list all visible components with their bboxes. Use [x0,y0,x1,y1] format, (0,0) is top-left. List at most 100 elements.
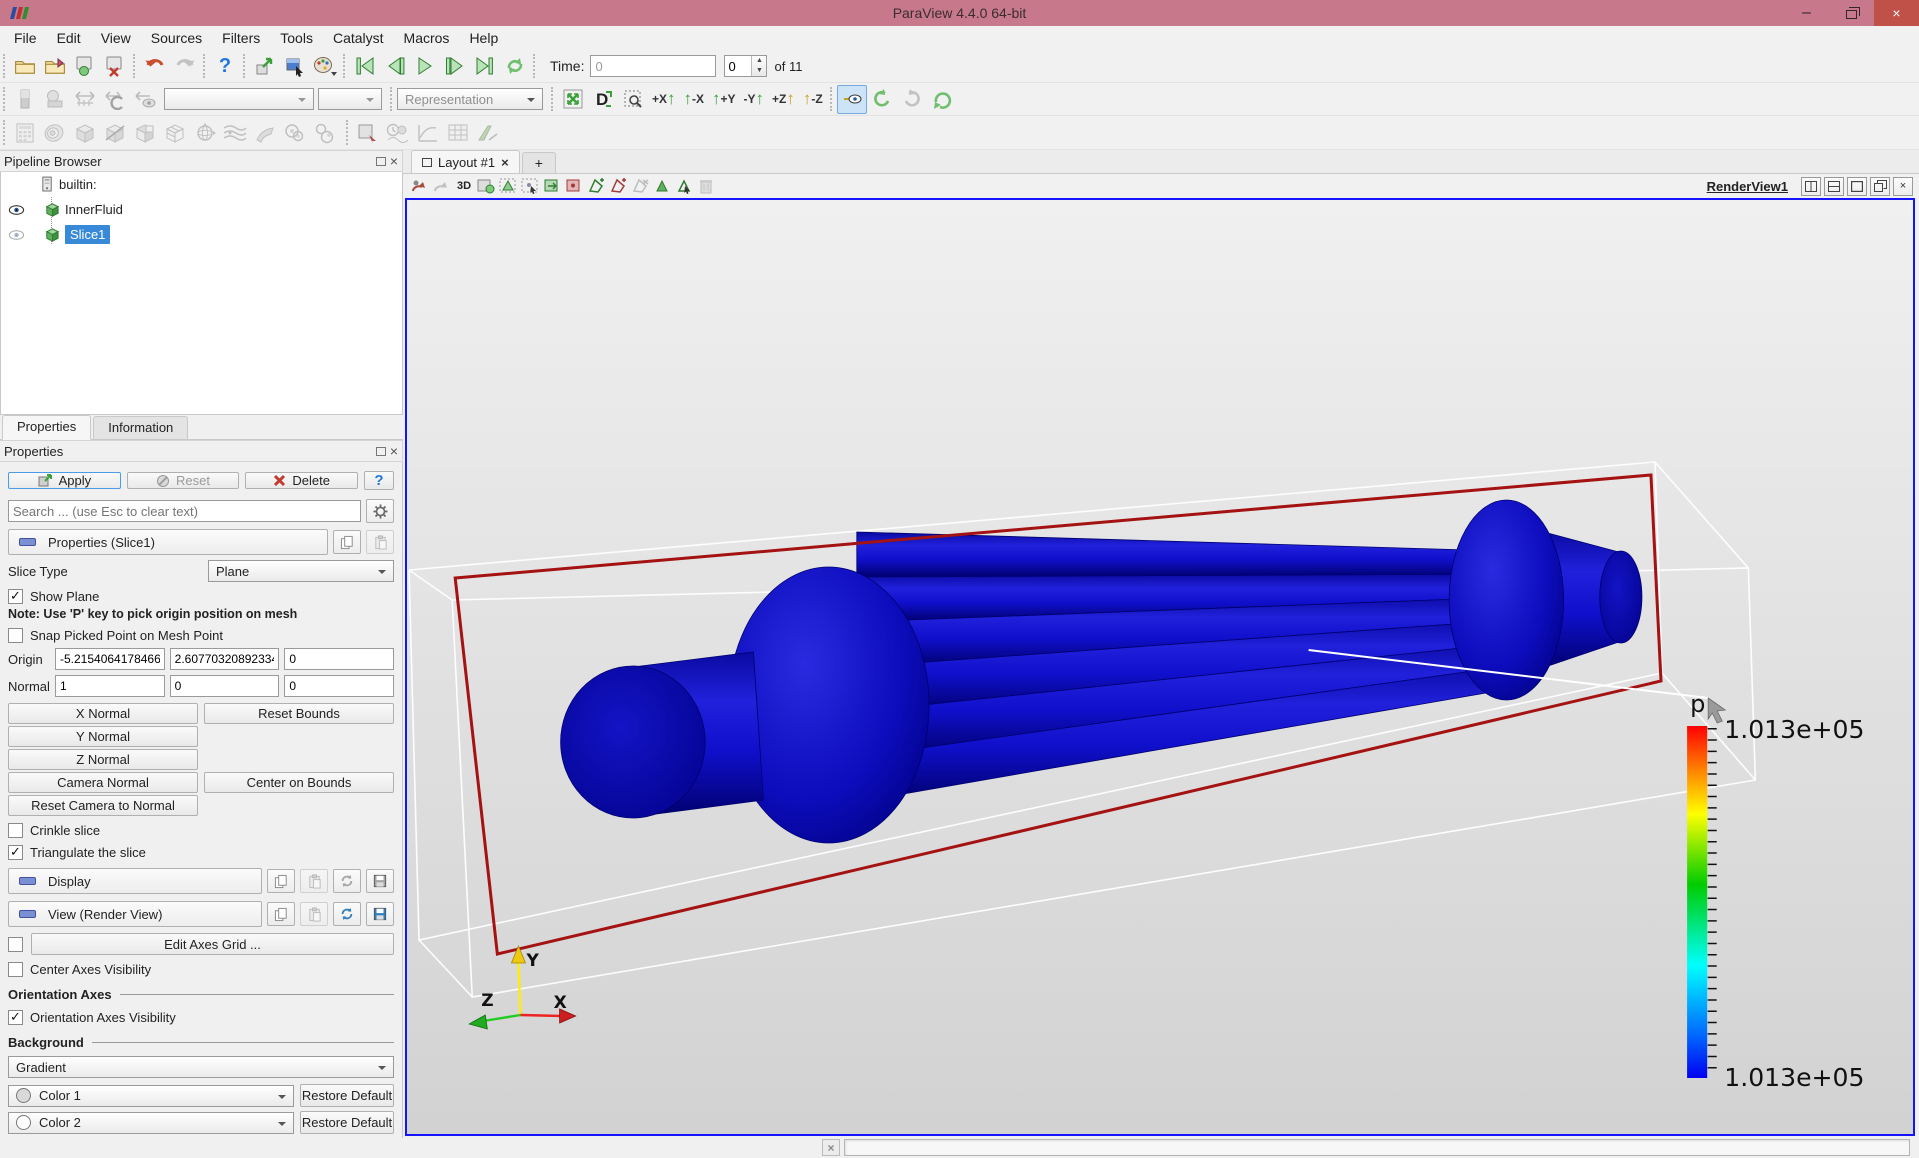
calculator-icon[interactable] [10,118,40,147]
center-axes-row[interactable]: Center Axes Visibility [8,960,394,978]
visibility-eye-icon[interactable] [1,204,31,216]
origin-z-input[interactable] [284,648,394,670]
vcr-loop-button[interactable] [500,52,530,81]
normal-y-input[interactable] [170,675,280,697]
interactive-select-cells-button[interactable] [651,176,673,196]
contour-icon[interactable] [40,118,70,147]
toggle-3d-button[interactable]: 3D [453,176,475,196]
toolbar-handle[interactable] [3,54,7,78]
edit-axes-grid-button[interactable]: Edit Axes Grid ... [31,933,394,955]
toolbar-handle[interactable] [390,87,394,111]
render-view-name[interactable]: RenderView1 [1707,179,1788,194]
time-input[interactable] [590,55,716,77]
toolbar-handle[interactable] [133,54,137,78]
dock-float-icon[interactable] [376,157,386,166]
copy-view-button[interactable] [267,902,295,926]
menu-file[interactable]: File [4,28,47,48]
toolbar-handle[interactable] [533,54,537,78]
menu-view[interactable]: View [91,28,141,48]
restore-default-color1-button[interactable]: Restore Default [300,1084,394,1107]
center-axes-checkbox[interactable] [8,962,23,977]
tab-information[interactable]: Information [93,416,188,439]
menu-edit[interactable]: Edit [47,28,91,48]
new-layout-tab[interactable]: + [522,152,556,173]
restore-button[interactable] [1829,0,1874,26]
spin-arrows[interactable]: ▲▼ [751,56,766,76]
close-tab-icon[interactable]: × [501,155,509,170]
split-horizontal-button[interactable] [1801,177,1821,196]
camera-normal-button[interactable]: Camera Normal [8,772,198,793]
spreadsheet-view-icon[interactable] [443,118,473,147]
show-plane-checkbox[interactable]: ✓ [8,589,23,604]
menu-sources[interactable]: Sources [141,28,212,48]
show-plane-row[interactable]: ✓Show Plane [8,587,394,605]
copy-properties-button[interactable] [333,530,361,554]
normal-x-input[interactable] [55,675,165,697]
delete-button[interactable]: Delete [245,472,358,489]
glyph-icon[interactable] [190,118,220,147]
toolbar-handle[interactable] [243,54,247,78]
search-input[interactable] [8,500,361,522]
connect-server-button[interactable] [70,52,100,81]
maximize-view-button[interactable] [1847,177,1867,196]
reset-button[interactable]: Reset [127,472,240,489]
probe-location-icon[interactable] [353,118,383,147]
reset-camera-button[interactable] [558,85,588,114]
frame-input[interactable] [725,56,751,76]
triangulate-row[interactable]: ✓Triangulate the slice [8,843,394,861]
warp-by-vector-icon[interactable] [250,118,280,147]
rescale-custom-range-icon[interactable] [100,85,130,114]
section-properties-slice1[interactable]: Properties (Slice1) [8,529,328,555]
crinkle-row[interactable]: Crinkle slice [8,821,394,839]
toolbar-handle[interactable] [203,54,207,78]
open-file-button[interactable] [10,52,40,81]
select-points-on-button[interactable] [519,176,541,196]
pipeline-item-innerfluid[interactable]: InnerFluid [1,197,402,222]
section-view[interactable]: View (Render View) [8,901,262,927]
color-array-combo[interactable] [164,88,314,110]
slice-type-combo[interactable]: Plane [208,560,394,582]
axes-grid-checkbox[interactable] [8,937,23,952]
rescale-data-range-icon[interactable] [70,85,100,114]
save-view-button[interactable] [366,902,394,926]
reset-session-button[interactable] [475,176,497,196]
extract-group-icon[interactable] [310,118,340,147]
orientation-axes-checkbox[interactable]: ✓ [8,1010,23,1025]
color-by-icon[interactable] [10,85,40,114]
split-vertical-button[interactable] [1824,177,1844,196]
close-view-button[interactable]: × [1893,177,1913,196]
menu-macros[interactable]: Macros [394,28,460,48]
abort-progress-button[interactable]: × [822,1139,840,1156]
plot-over-line-icon[interactable] [413,118,443,147]
frame-spinbox[interactable]: ▲▼ [724,55,767,77]
color2-button[interactable]: Color 2 [8,1112,294,1134]
python-shell-icon[interactable] [473,118,503,147]
camera-plus-y-button[interactable]: ↑+Y [708,85,740,114]
center-on-bounds-button[interactable]: Center on Bounds [204,772,394,793]
tab-properties[interactable]: Properties [2,415,91,440]
reset-bounds-button[interactable]: Reset Bounds [204,703,394,724]
menu-filters[interactable]: Filters [212,28,270,48]
rescale-visible-range-icon[interactable] [130,85,160,114]
vcr-next-frame-button[interactable] [440,52,470,81]
save-display-button[interactable] [366,869,394,893]
origin-x-input[interactable] [55,648,165,670]
pipeline-item-slice1[interactable]: Slice1 [1,222,402,247]
select-cells-through-button[interactable] [541,176,563,196]
select-cells-on-button[interactable] [497,176,519,196]
reload-view-button[interactable] [333,902,361,926]
vcr-play-button[interactable] [410,52,440,81]
rotate-90-cw-button[interactable] [897,85,927,114]
spin-down-icon[interactable]: ▼ [752,66,766,76]
camera-plus-x-button[interactable]: +X↑ [648,85,680,114]
crinkle-checkbox[interactable] [8,823,23,838]
menu-catalyst[interactable]: Catalyst [323,28,394,48]
threshold-icon[interactable] [130,118,160,147]
camera-minus-x-button[interactable]: ↑-X [680,85,709,114]
color1-button[interactable]: Color 1 [8,1085,294,1107]
orientation-axes-row[interactable]: ✓Orientation Axes Visibility [8,1008,394,1026]
snap-row[interactable]: Snap Picked Point on Mesh Point [8,626,394,644]
toolbar-handle[interactable] [3,120,7,145]
toolbar-handle[interactable] [3,87,7,111]
vcr-first-frame-button[interactable] [350,52,380,81]
